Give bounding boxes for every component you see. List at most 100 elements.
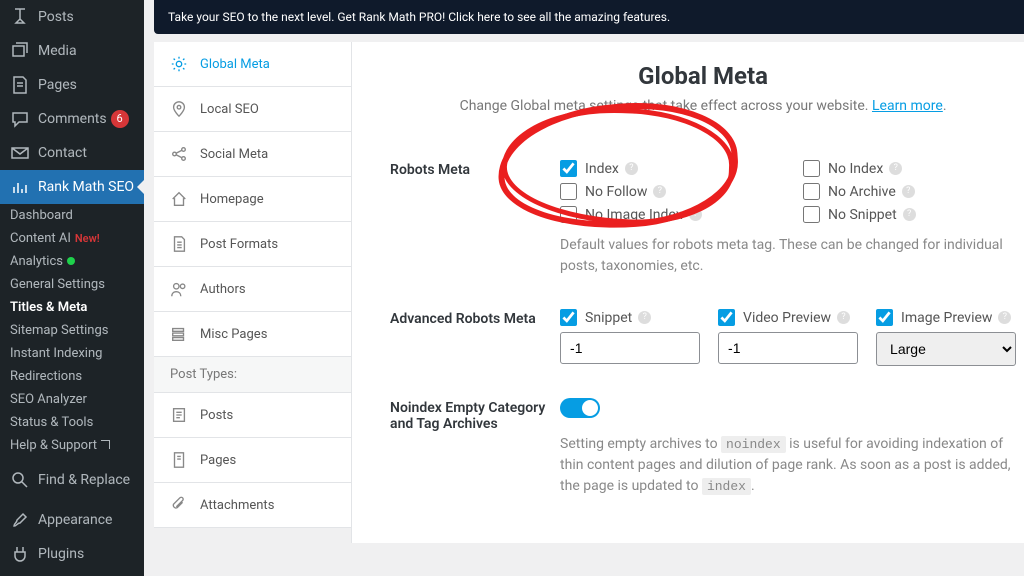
submenu-instant-indexing[interactable]: Instant Indexing — [0, 342, 144, 365]
sidebar-item-label: Media — [38, 43, 77, 59]
tab-post-formats[interactable]: Post Formats — [154, 222, 351, 267]
tab-global-meta[interactable]: Global Meta — [154, 42, 351, 87]
checkbox-label: Image Preview — [901, 310, 992, 326]
tab-social-meta[interactable]: Social Meta — [154, 132, 351, 177]
sidebar-item-label: Posts — [38, 9, 74, 25]
sidebar-item-plugins[interactable]: Plugins — [0, 537, 144, 571]
checkbox-no-follow[interactable]: No Follow? — [560, 183, 773, 200]
checkbox-input[interactable] — [560, 160, 577, 177]
post-icon — [170, 406, 188, 424]
submenu-help-support[interactable]: Help & Support — [0, 434, 144, 457]
checkbox-no-image-index[interactable]: No Image Index? — [560, 206, 773, 223]
noindex-toggle[interactable] — [560, 398, 600, 418]
checkbox-input[interactable] — [803, 183, 820, 200]
checkbox-label: No Image Index — [585, 207, 683, 223]
notice-text: Take your SEO to the next level. Get Ran… — [168, 10, 670, 24]
submenu-content-ai[interactable]: Content AINew! — [0, 227, 144, 250]
tab-homepage[interactable]: Homepage — [154, 177, 351, 222]
sidebar-item-label: Pages — [38, 77, 77, 93]
tab-misc-pages[interactable]: Misc Pages — [154, 312, 351, 357]
submenu-analytics[interactable]: Analytics — [0, 250, 144, 273]
checkbox-no-index[interactable]: No Index? — [803, 160, 1016, 177]
help-icon[interactable]: ? — [689, 208, 702, 221]
submenu-titles-meta[interactable]: Titles & Meta — [0, 296, 144, 319]
field-label: Noindex Empty Category and Tag Archives — [390, 398, 560, 497]
sidebar-item-label: Plugins — [38, 546, 84, 562]
checkbox-video-preview[interactable] — [718, 309, 735, 326]
help-icon[interactable]: ? — [903, 208, 916, 221]
tab-local-seo[interactable]: Local SEO — [154, 87, 351, 132]
checkbox-input[interactable] — [560, 183, 577, 200]
sidebar-item-media[interactable]: Media — [0, 34, 144, 68]
submenu-label: General Settings — [10, 277, 105, 292]
home-icon — [170, 190, 188, 208]
tab-pages[interactable]: Pages — [154, 438, 351, 483]
help-icon[interactable]: ? — [837, 311, 850, 324]
attachment-icon — [170, 496, 188, 514]
submenu-sitemap-settings[interactable]: Sitemap Settings — [0, 319, 144, 342]
submenu-status-tools[interactable]: Status & Tools — [0, 411, 144, 434]
checkbox-no-snippet[interactable]: No Snippet? — [803, 206, 1016, 223]
submenu-label: Titles & Meta — [10, 300, 87, 315]
help-icon[interactable]: ? — [653, 185, 666, 198]
submenu-redirections[interactable]: Redirections — [0, 365, 144, 388]
help-text-part: . — [751, 478, 755, 494]
tab-label: Global Meta — [200, 57, 270, 72]
sidebar-item-contact[interactable]: Contact — [0, 136, 144, 170]
image-preview-select[interactable]: Large — [876, 332, 1016, 366]
help-icon[interactable]: ? — [902, 185, 915, 198]
submenu-label: SEO Analyzer — [10, 392, 87, 407]
submenu-label: Content AI — [10, 231, 71, 246]
chart-icon — [10, 177, 30, 197]
snippet-input[interactable] — [560, 332, 700, 364]
tab-label: Misc Pages — [200, 327, 267, 342]
share-icon — [170, 145, 188, 163]
tab-label: Pages — [200, 453, 236, 468]
tab-label: Attachments — [200, 498, 274, 513]
checkbox-input[interactable] — [803, 206, 820, 223]
tabs-group-header: Post Types: — [154, 357, 351, 393]
code-snippet: index — [702, 478, 751, 495]
sidebar-item-label: Comments — [38, 111, 107, 127]
submenu-seo-analyzer[interactable]: SEO Analyzer — [0, 388, 144, 411]
sidebar-item-rank-math[interactable]: Rank Math SEO — [0, 170, 144, 204]
sidebar-item-posts[interactable]: Posts — [0, 0, 144, 34]
learn-more-link[interactable]: Learn more — [872, 98, 943, 114]
submenu-label: Redirections — [10, 369, 82, 384]
checkbox-input[interactable] — [803, 160, 820, 177]
sidebar-item-label: Rank Math SEO — [38, 179, 134, 195]
magnify-icon — [10, 470, 30, 490]
video-preview-input[interactable] — [718, 332, 858, 364]
help-icon[interactable]: ? — [889, 162, 902, 175]
submenu-dashboard[interactable]: Dashboard — [0, 204, 144, 227]
checkbox-label: Video Preview — [743, 310, 831, 326]
page-icon — [10, 75, 30, 95]
sidebar-item-comments[interactable]: Comments6 — [0, 102, 144, 136]
tab-authors[interactable]: Authors — [154, 267, 351, 312]
field-help-text: Default values for robots meta tag. Thes… — [560, 235, 1016, 277]
checkbox-image-preview[interactable] — [876, 309, 893, 326]
tab-attachments[interactable]: Attachments — [154, 483, 351, 528]
comment-icon — [10, 109, 30, 129]
checkbox-label: Index — [585, 161, 619, 177]
tab-label: Posts — [200, 408, 233, 423]
field-noindex-empty: Noindex Empty Category and Tag Archives … — [390, 382, 1016, 513]
checkbox-label: Snippet — [585, 310, 632, 326]
sidebar-item-pages[interactable]: Pages — [0, 68, 144, 102]
page-icon — [170, 451, 188, 469]
adv-col-video-preview: Video Preview? — [718, 309, 858, 366]
help-icon[interactable]: ? — [638, 311, 651, 324]
checkbox-index[interactable]: Index? — [560, 160, 773, 177]
tab-posts[interactable]: Posts — [154, 393, 351, 438]
help-icon[interactable]: ? — [998, 311, 1011, 324]
checkbox-snippet[interactable] — [560, 309, 577, 326]
help-icon[interactable]: ? — [625, 162, 638, 175]
sidebar-item-find-replace[interactable]: Find & Replace — [0, 463, 144, 497]
submenu-label: Analytics — [10, 254, 63, 269]
pro-notice-banner[interactable]: Take your SEO to the next level. Get Ran… — [154, 0, 1024, 34]
sidebar-item-appearance[interactable]: Appearance — [0, 503, 144, 537]
checkbox-no-archive[interactable]: No Archive? — [803, 183, 1016, 200]
checkbox-input[interactable] — [560, 206, 577, 223]
submenu-label: Help & Support — [10, 438, 97, 453]
submenu-general-settings[interactable]: General Settings — [0, 273, 144, 296]
